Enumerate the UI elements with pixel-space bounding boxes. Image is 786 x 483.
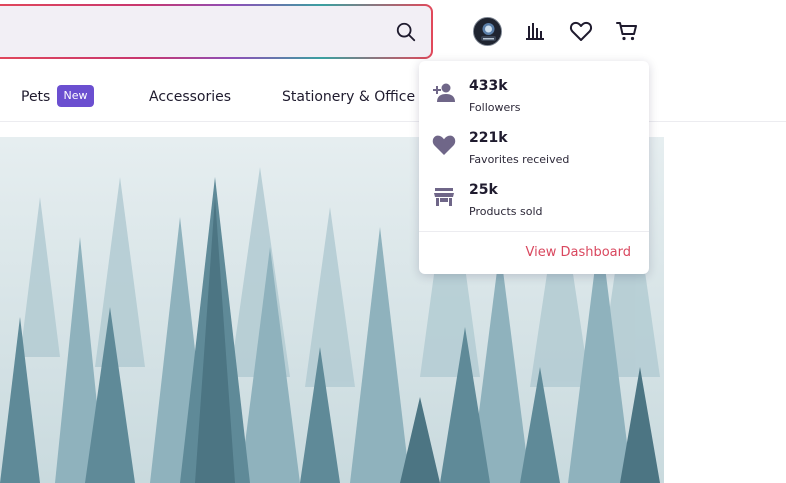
- user-avatar[interactable]: [473, 17, 502, 46]
- products-sold-count: 25k: [469, 182, 498, 198]
- add-person-icon: [433, 83, 455, 102]
- search-input[interactable]: [4, 6, 364, 57]
- stat-products-sold: 25k Products sold: [419, 182, 649, 222]
- products-sold-label: Products sold: [469, 205, 543, 218]
- popover-divider: [419, 231, 649, 232]
- nav-item-stationery-office[interactable]: Stationery & Office: [282, 89, 415, 105]
- heart-icon[interactable]: [568, 18, 594, 44]
- avatar-image: [474, 18, 501, 45]
- stat-favorites: 221k Favorites received: [419, 130, 649, 170]
- view-dashboard-link[interactable]: View Dashboard: [525, 245, 631, 260]
- heart-icon: [432, 135, 456, 155]
- store-icon: [434, 188, 454, 206]
- favorites-label: Favorites received: [469, 153, 570, 166]
- nav-item-accessories[interactable]: Accessories: [149, 89, 231, 105]
- search-bar: [0, 4, 433, 59]
- nav-item-pets[interactable]: Pets: [21, 89, 50, 105]
- bar-chart-icon[interactable]: [522, 18, 548, 44]
- stats-popover: 433k Followers 221k Favorites received 2…: [419, 61, 649, 274]
- search-icon[interactable]: [395, 21, 417, 43]
- new-badge: New: [57, 85, 94, 107]
- followers-label: Followers: [469, 101, 521, 114]
- favorites-count: 221k: [469, 130, 508, 146]
- followers-count: 433k: [469, 78, 508, 94]
- stat-followers: 433k Followers: [419, 78, 649, 118]
- cart-icon[interactable]: [614, 18, 640, 44]
- search-field-container: [0, 6, 431, 57]
